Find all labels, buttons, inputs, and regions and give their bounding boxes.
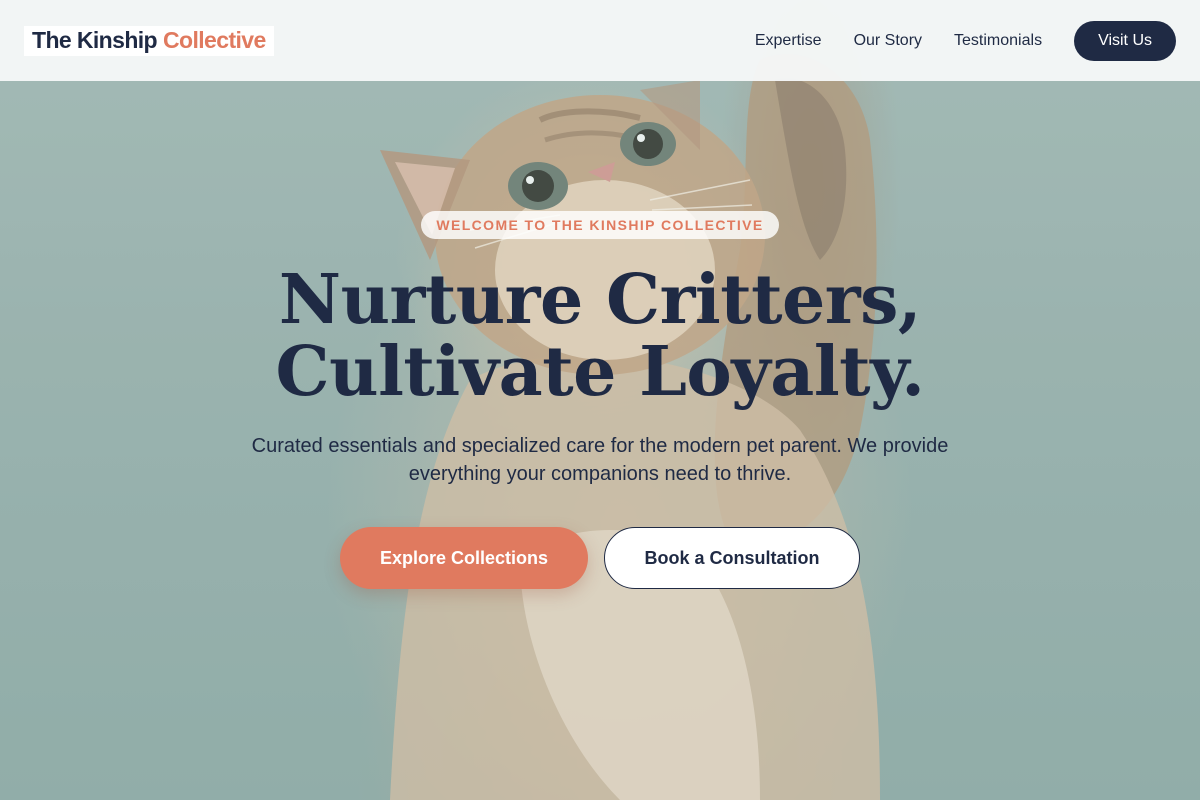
- logo-main-text: The Kinship: [32, 27, 158, 53]
- site-logo[interactable]: The Kinship Collective: [24, 25, 274, 56]
- nav-link-testimonials[interactable]: Testimonials: [954, 32, 1042, 50]
- main-nav: Expertise Our Story Testimonials Visit U…: [723, 20, 1176, 61]
- site-header: The Kinship Collective Expertise Our Sto…: [0, 0, 1200, 81]
- hero-subtext: Curated essentials and specialized care …: [251, 435, 949, 485]
- book-consultation-button[interactable]: Book a Consultation: [604, 527, 860, 589]
- nav-link-expertise[interactable]: Expertise: [755, 32, 822, 50]
- welcome-badge: Welcome to The Kinship Collective: [421, 211, 779, 239]
- visit-us-button[interactable]: Visit Us: [1074, 20, 1176, 61]
- hero-section: Welcome to The Kinship Collective Nurtur…: [0, 0, 1200, 800]
- logo-accent-text: Collective: [163, 27, 266, 53]
- hero-headline-line-2: Cultivate Loyalty.: [275, 332, 925, 412]
- explore-collections-button[interactable]: Explore Collections: [340, 527, 588, 589]
- hero-headline-line-1: Nurture Critters,: [278, 260, 922, 340]
- hero-cta-group: Explore Collections Book a Consultation: [340, 527, 860, 589]
- hero-headline: Nurture Critters, Cultivate Loyalty.: [150, 264, 1050, 408]
- nav-link-our-story[interactable]: Our Story: [854, 32, 922, 50]
